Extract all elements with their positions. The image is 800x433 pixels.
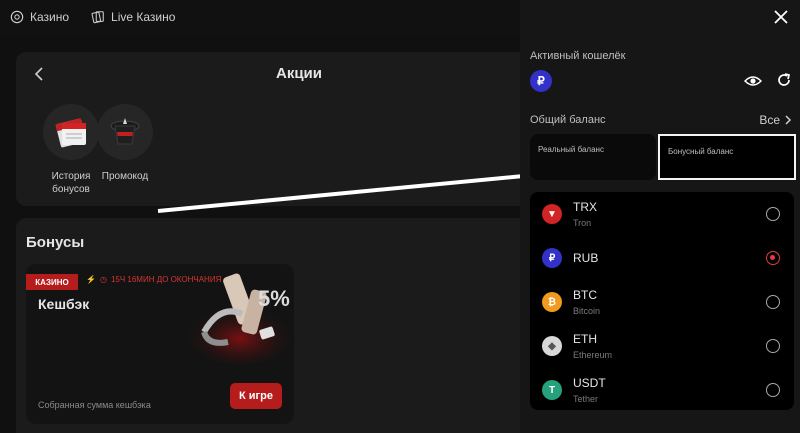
currency-name: Bitcoin	[573, 306, 601, 316]
tron-icon: ▼	[542, 204, 562, 224]
bonus-balance-box[interactable]: Бонусный баланс	[658, 134, 796, 180]
ruble-icon[interactable]: ₽	[530, 70, 552, 92]
currency-row-btc[interactable]: ₿ BTC Bitcoin	[530, 280, 794, 324]
to-game-button[interactable]: К игре	[230, 383, 282, 409]
cashback-percent: 5%	[258, 286, 290, 311]
page-title: Акции	[275, 65, 322, 82]
nav-item-casino[interactable]: Казино	[10, 10, 69, 24]
all-link[interactable]: Все	[759, 113, 792, 127]
refresh-icon[interactable]	[776, 72, 792, 88]
currency-name: Ethereum	[573, 350, 613, 360]
currency-list: ▼ TRX Tron ₽ RUB ₿ BTC Bitcoin ◆ ETH Eth…	[530, 192, 794, 410]
clock-icon: ◷	[99, 275, 107, 284]
currency-row-trx[interactable]: ▼ TRX Tron	[530, 192, 794, 236]
currency-radio[interactable]	[766, 339, 780, 353]
nav-label: Казино	[30, 10, 70, 24]
currency-radio[interactable]	[766, 383, 780, 397]
bolt-icon: ⚡	[86, 275, 96, 284]
tile-label-line2: бонусов	[52, 184, 90, 195]
bonus-name: Кешбэк	[38, 296, 90, 312]
cashback-card[interactable]: КАЗИНО ⚡ ◷ 15Ч 16МИН ДО ОКОНЧАНИЯ Кешбэк…	[26, 264, 294, 424]
bonus-balance-label: Бонусный баланс	[668, 147, 734, 156]
bitcoin-icon: ₿	[542, 292, 562, 312]
currency-row-rub[interactable]: ₽ RUB	[530, 236, 794, 280]
currency-row-eth[interactable]: ◆ ETH Ethereum	[530, 324, 794, 368]
active-wallet-label: Активный кошелёк	[530, 50, 626, 62]
promotions-card: Акции История бонусов Промокод	[16, 52, 536, 206]
currency-code: BTC	[573, 288, 597, 302]
chevron-right-icon	[785, 115, 792, 125]
nav-label: Live Казино	[111, 10, 176, 24]
cashback-illustration: 5%	[186, 273, 294, 364]
casino-tag: КАЗИНО	[26, 274, 78, 290]
currency-radio-selected[interactable]	[766, 251, 780, 265]
total-balance-label: Общий баланс	[530, 114, 606, 126]
cashback-caption: Собранная сумма кешбэка	[38, 400, 151, 410]
nav-item-live-casino[interactable]: Live Казино	[91, 10, 175, 24]
currency-radio[interactable]	[766, 207, 780, 221]
top-nav: Казино Live Казино	[0, 0, 520, 34]
calendar-icon	[55, 118, 87, 148]
tether-icon: T	[542, 380, 562, 400]
casino-chip-icon	[10, 10, 24, 24]
currency-row-usdt[interactable]: T USDT Tether	[530, 368, 794, 412]
currency-name: Tron	[573, 218, 592, 228]
currency-name: Tether	[573, 394, 599, 404]
eye-icon[interactable]	[744, 74, 762, 88]
bonuses-section: Бонусы КАЗИНО ⚡ ◷ 15Ч 16МИН ДО ОКОНЧАНИЯ…	[16, 218, 536, 433]
ethereum-icon: ◆	[542, 336, 562, 356]
currency-code: TRX	[573, 200, 597, 214]
promo-code-tile[interactable]: Промокод	[90, 104, 160, 183]
real-balance-box[interactable]: Реальный баланс	[530, 134, 656, 180]
currency-code: RUB	[573, 251, 599, 265]
real-balance-label: Реальный баланс	[538, 145, 604, 154]
wallet-panel: Активный кошелёк ₽ Общий баланс Все Реал…	[520, 0, 800, 433]
ruble-icon: ₽	[542, 248, 562, 268]
all-link-label: Все	[759, 113, 780, 127]
close-icon[interactable]	[774, 10, 788, 24]
currency-code: USDT	[573, 376, 606, 390]
currency-code: ETH	[573, 332, 597, 346]
magic-hat-icon	[110, 118, 140, 145]
tile-label: Промокод	[101, 171, 149, 182]
section-title: Бонусы	[26, 234, 85, 251]
currency-radio[interactable]	[766, 295, 780, 309]
live-cards-icon	[91, 11, 104, 24]
